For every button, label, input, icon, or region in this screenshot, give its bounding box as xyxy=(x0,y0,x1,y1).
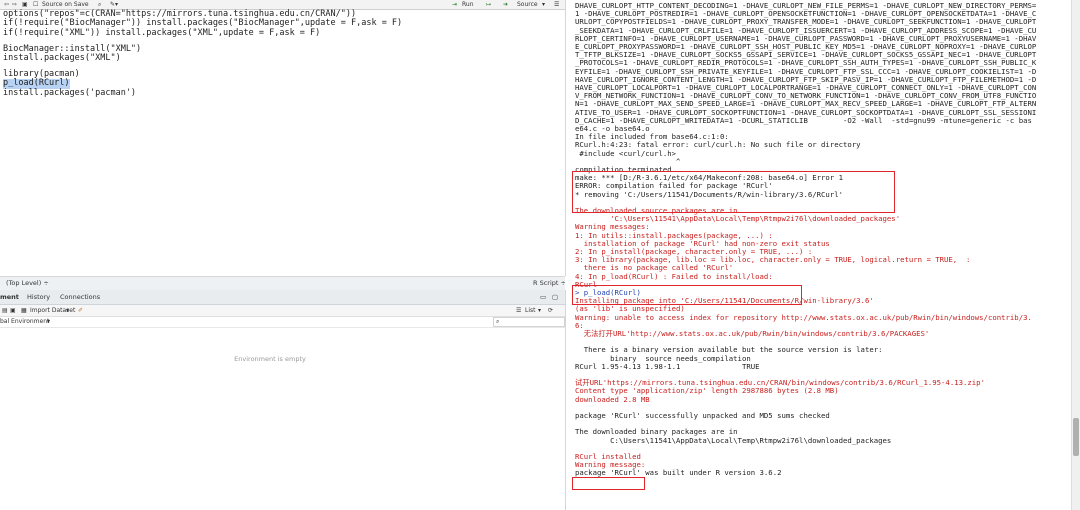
tab-history[interactable]: History xyxy=(27,290,50,304)
save-workspace-icon[interactable]: ▣ xyxy=(10,306,16,315)
source-button[interactable]: Source xyxy=(517,0,538,9)
tab-environment[interactable]: ment xyxy=(0,290,19,304)
highlight-box-failed-load xyxy=(572,285,802,305)
forward-arrow-icon[interactable]: ⇨ xyxy=(12,0,17,9)
list-dropdown-icon[interactable]: ▾ xyxy=(538,306,541,315)
open-workspace-icon[interactable]: ▤ xyxy=(2,306,8,315)
environment-pane: ment History Connections ▭ ▢ ▤ ▣ ▦ Impor… xyxy=(0,290,566,510)
refresh-icon[interactable]: ⟳ xyxy=(548,306,553,315)
file-type-indicator[interactable]: R Script ÷ xyxy=(533,279,565,288)
tab-connections[interactable]: Connections xyxy=(60,290,100,304)
console-scrollbar-thumb[interactable] xyxy=(1073,418,1079,456)
editor-status-bar: (Top Level) ÷ R Script ÷ xyxy=(0,276,565,290)
console-scrollbar[interactable] xyxy=(1071,0,1080,510)
save-icon[interactable]: ▣ xyxy=(22,0,28,9)
source-on-save-label: Source on Save xyxy=(42,1,89,8)
env-search-input[interactable]: ⌕ xyxy=(493,317,565,327)
highlight-box-compile-error xyxy=(572,171,895,213)
console-line: 4: In p_load(RCurl) : Failed to install/… xyxy=(575,271,773,281)
minimize-pane-icon[interactable]: ▭ xyxy=(540,290,546,304)
rerun-icon[interactable]: ↦ xyxy=(486,0,491,9)
code-line-10[interactable]: install.packages('pacman') xyxy=(3,88,136,98)
console-line: downloaded 2.8 MB xyxy=(575,394,650,404)
code-line-3[interactable]: if(!require("XML")) install.packages("XM… xyxy=(3,28,320,38)
env-tabs: ment History Connections ▭ ▢ xyxy=(0,290,565,305)
console-line: RCurl 1.95-4.13 1.98-1.1 TRUE xyxy=(575,361,760,371)
import-dropdown-icon[interactable]: ▾ xyxy=(66,306,69,315)
list-view-icon[interactable]: ☰ xyxy=(516,306,521,315)
console-line: package 'RCurl' successfully unpacked an… xyxy=(575,411,830,420)
console-line: 无法打开URL'http://www.stats.ox.ac.uk/pub/Rw… xyxy=(575,329,930,338)
broom-icon[interactable]: ✐ xyxy=(78,306,83,315)
source-on-save-checkbox[interactable]: ☐ xyxy=(33,0,38,9)
env-scope-bar: bal Environment ▾ ⌕ xyxy=(0,317,565,328)
env-toolbar: ▤ ▣ ▦ Import Dataset ▾ ✐ ☰ List ▾ ⟳ xyxy=(0,305,565,317)
wand-icon[interactable]: ✎▾ xyxy=(110,0,118,9)
console-line: C:\Users\11541\AppData\Local\Temp\Rtmpw2… xyxy=(575,435,892,445)
console-pane[interactable]: DHAVE_CURLOPT_HTTP_CONTENT_DECODING=1 -D… xyxy=(566,0,1071,510)
scope-dropdown-icon[interactable]: ▾ xyxy=(47,317,50,326)
maximize-pane-icon[interactable]: ▢ xyxy=(552,290,558,304)
back-arrow-icon[interactable]: ⇦ xyxy=(4,0,9,9)
source-dropdown-icon[interactable]: ▾ xyxy=(542,0,545,9)
scope-indicator[interactable]: (Top Level) ÷ xyxy=(6,279,49,288)
environment-empty-message: Environment is empty xyxy=(234,355,306,363)
source-editor-pane[interactable]: ⇦ ⇨ ▣ ☐ Source on Save ⌕ ✎▾ ⇥ Run ↦ ➜ So… xyxy=(0,0,566,276)
code-line-6[interactable]: install.packages("XML") xyxy=(3,53,121,63)
source-arrow-icon[interactable]: ➜ xyxy=(503,0,508,9)
import-dataset-icon[interactable]: ▦ xyxy=(21,306,27,315)
search-icon[interactable]: ⌕ xyxy=(98,0,101,9)
highlight-box-installed xyxy=(572,477,645,490)
run-button[interactable]: Run xyxy=(462,0,474,9)
outline-icon[interactable]: ☰ xyxy=(554,0,559,9)
list-view-button[interactable]: List xyxy=(525,306,536,315)
run-icon[interactable]: ⇥ xyxy=(452,0,457,9)
search-icon: ⌕ xyxy=(496,318,500,325)
global-environment-selector[interactable]: bal Environment xyxy=(0,317,49,326)
console-line: Warning: unable to access index for repo… xyxy=(575,312,1032,322)
